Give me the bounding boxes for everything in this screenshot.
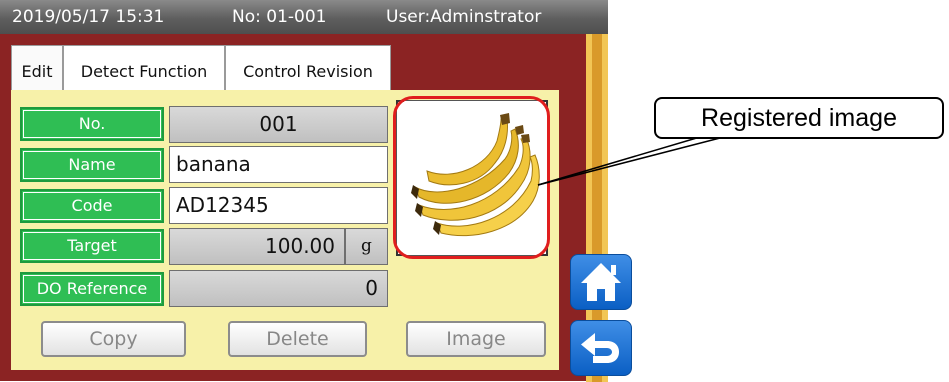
callout-leader-line bbox=[537, 136, 721, 186]
registered-image-callout: Registered image bbox=[654, 97, 944, 139]
